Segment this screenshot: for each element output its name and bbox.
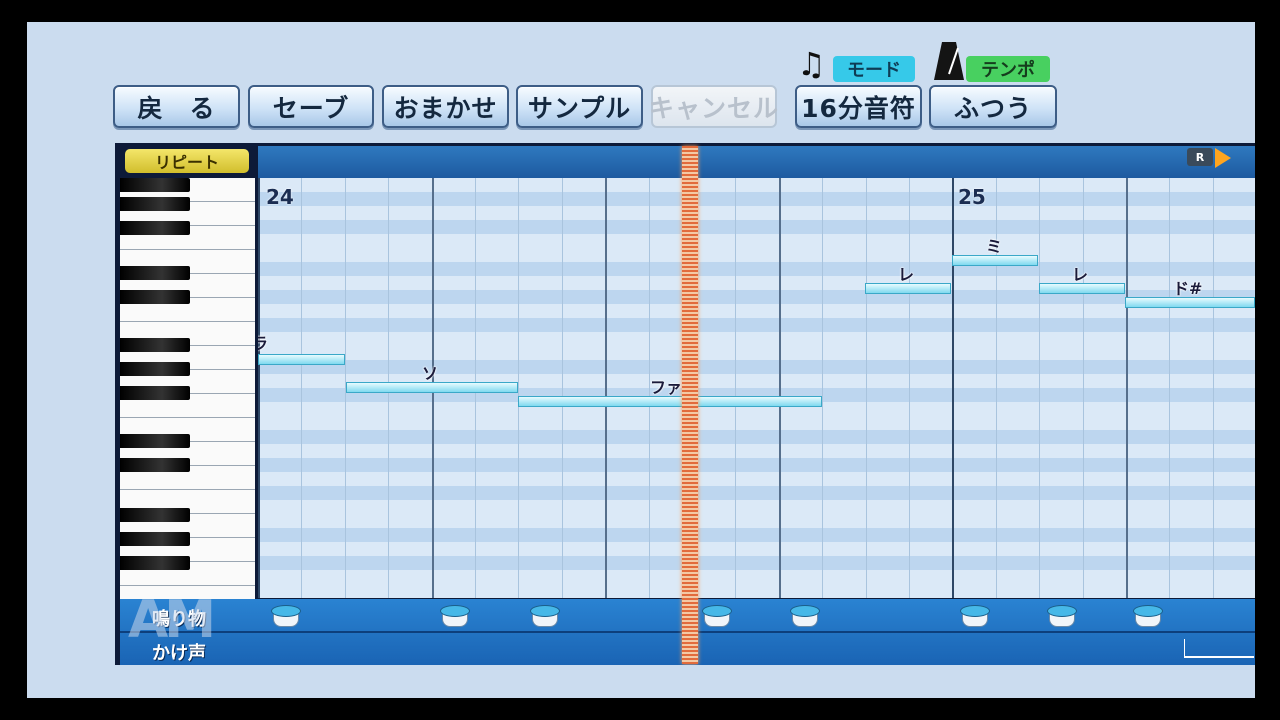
black-key[interactable] [120, 362, 190, 376]
piano-keyboard[interactable] [120, 178, 255, 610]
grid-row [258, 570, 1255, 584]
drum-icon[interactable] [702, 605, 732, 627]
note-label: ミ [986, 237, 1003, 256]
grid-row [258, 178, 1255, 192]
note-label: ラ [258, 334, 269, 353]
call-marker-line [1184, 656, 1254, 658]
watermark-logo: AM [128, 590, 216, 650]
grid-line [952, 178, 954, 598]
drum-icon[interactable] [271, 605, 301, 627]
note-label: ド# [1173, 279, 1203, 298]
grid-row [258, 500, 1255, 514]
grid-line [1126, 178, 1128, 598]
grid-row [258, 416, 1255, 430]
grid-line [909, 178, 910, 598]
grid-row [258, 360, 1255, 374]
music-note-icon: ♫ [797, 45, 826, 83]
note-label: レ [898, 265, 915, 284]
note-grid[interactable]: 24 25 ラ ソ ファ# レ ミ レ ド# [258, 178, 1255, 598]
tempo-button[interactable]: ふつう [929, 85, 1057, 128]
grid-row [258, 430, 1255, 444]
grid-row [258, 206, 1255, 220]
black-key[interactable] [120, 532, 190, 546]
grid-row [258, 444, 1255, 458]
grid-row [258, 556, 1255, 570]
bar-number-24: 24 [266, 185, 294, 209]
grid-row [258, 332, 1255, 346]
drum-icon[interactable] [1133, 605, 1163, 627]
grid-line [258, 178, 260, 598]
mode-tag: モード [833, 56, 915, 82]
playhead[interactable] [682, 146, 698, 664]
grid-row [258, 584, 1255, 598]
grid-row [258, 346, 1255, 360]
grid-line [1213, 178, 1214, 598]
drum-icon[interactable] [960, 605, 990, 627]
grid-line [301, 178, 302, 598]
grid-row [258, 458, 1255, 472]
grid-line [1169, 178, 1170, 598]
grid-row [258, 486, 1255, 500]
black-key[interactable] [120, 178, 190, 192]
grid-line [518, 178, 519, 598]
mode-button[interactable]: 16分音符 [795, 85, 922, 128]
black-key[interactable] [120, 556, 190, 570]
grid-row [258, 192, 1255, 206]
grid-line [562, 178, 563, 598]
grid-row [258, 248, 1255, 262]
grid-line [605, 178, 607, 598]
black-key[interactable] [120, 508, 190, 522]
save-button[interactable]: セーブ [248, 85, 374, 128]
grid-line [1039, 178, 1040, 598]
note-block[interactable] [258, 354, 345, 365]
bar-number-25: 25 [958, 185, 986, 209]
drum-icon[interactable] [1047, 605, 1077, 627]
grid-row [258, 514, 1255, 528]
black-key[interactable] [120, 266, 190, 280]
grid-row [258, 472, 1255, 486]
black-key[interactable] [120, 434, 190, 448]
grid-row [258, 234, 1255, 248]
repeat-badge[interactable]: リピート [125, 149, 249, 173]
drum-icon[interactable] [440, 605, 470, 627]
black-key[interactable] [120, 458, 190, 472]
auto-button[interactable]: おまかせ [382, 85, 509, 128]
black-key[interactable] [120, 386, 190, 400]
grid-line [1083, 178, 1084, 598]
grid-line [779, 178, 781, 598]
note-label: ソ [422, 364, 439, 383]
black-key[interactable] [120, 338, 190, 352]
grid-row [258, 528, 1255, 542]
cancel-button[interactable]: キャンセル [649, 85, 778, 128]
grid-row [258, 220, 1255, 234]
tempo-tag: テンポ [966, 56, 1050, 82]
black-key[interactable] [120, 221, 190, 235]
grid-line [866, 178, 867, 598]
grid-line [735, 178, 736, 598]
back-button[interactable]: 戻 る [113, 85, 240, 128]
metronome-icon [934, 42, 964, 80]
drum-icon[interactable] [530, 605, 560, 627]
loop-arrow-icon[interactable] [1215, 148, 1231, 168]
grid-row [258, 318, 1255, 332]
grid-row [258, 542, 1255, 556]
drum-icon[interactable] [790, 605, 820, 627]
black-key[interactable] [120, 290, 190, 304]
grid-row [258, 262, 1255, 276]
grid-row [258, 304, 1255, 318]
timeline-bar[interactable] [258, 146, 1255, 178]
black-key[interactable] [120, 197, 190, 211]
call-marker [1184, 639, 1185, 657]
piano-roll-editor: リピート R 24 25 ラ ソ ファ# レ ミ レ ド# 鳴り物 かけ声 [115, 143, 1255, 665]
note-label: レ [1072, 265, 1089, 284]
loop-end-marker[interactable]: R [1187, 148, 1213, 166]
sample-button[interactable]: サンプル [516, 85, 643, 128]
grid-line [822, 178, 823, 598]
